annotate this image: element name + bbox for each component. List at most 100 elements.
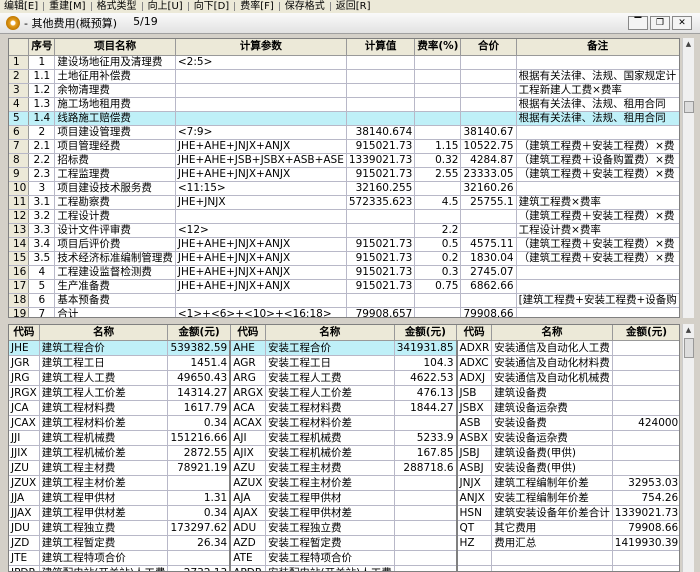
table-cell[interactable]: 基本预备费 <box>54 293 176 308</box>
table-cell[interactable]: 工程监理费 <box>54 167 176 182</box>
table-cell[interactable] <box>414 111 462 126</box>
table-cell[interactable]: 安装工程甲供材差 <box>265 505 395 521</box>
table-cell[interactable]: （建筑工程费＋安装工程费）×费 <box>516 167 679 182</box>
table-cell[interactable]: 15 <box>9 251 30 266</box>
table-cell[interactable]: 8 <box>9 153 30 168</box>
table-cell[interactable]: 工程设计费×费率 <box>516 223 679 238</box>
table-cell[interactable]: ACAX <box>230 415 267 431</box>
table-cell[interactable]: （建筑工程费＋安装工程费）×费 <box>516 209 679 224</box>
scroll-thumb[interactable] <box>684 101 694 113</box>
table-cell[interactable]: JHE+AHE+JNJX+ANJX <box>175 279 347 294</box>
table-cell[interactable] <box>414 55 462 70</box>
scroll-up-icon[interactable]: ▲ <box>683 324 694 336</box>
table-cell[interactable] <box>346 209 416 224</box>
table-cell[interactable]: 5 <box>28 279 56 294</box>
table-cell[interactable]: 施工场地租用费 <box>54 97 176 112</box>
column-header[interactable]: 项目名称 <box>54 39 176 56</box>
code-grid[interactable]: 代码 名称 金额(元) 代码 名称 金额(元) 代码 名称 金额(元) JHE 建筑工程合价 539… <box>8 324 680 572</box>
table-cell[interactable]: <1>+<6>+<10>+<16:18> <box>175 307 347 317</box>
table-cell[interactable] <box>346 293 416 308</box>
table-cell[interactable]: 25755.1 <box>460 195 517 210</box>
table-cell[interactable] <box>491 565 613 571</box>
table-cell[interactable]: 4284.87 <box>460 153 517 168</box>
table-cell[interactable] <box>679 55 680 69</box>
table-cell[interactable]: 288718.6 <box>394 460 458 476</box>
table-cell[interactable]: 78921.19 <box>167 460 232 476</box>
table-cell[interactable]: JHE+AHE+JNJX+ANJX <box>175 237 347 252</box>
column-header[interactable]: 金额(元) <box>167 325 231 341</box>
table-cell[interactable] <box>394 565 458 571</box>
table-cell[interactable]: 1339021.73 <box>612 505 679 521</box>
table-cell[interactable]: ANJX <box>456 490 493 506</box>
code-grid-scrollbar[interactable]: ▲ <box>682 324 694 572</box>
table-cell[interactable]: 915021.73 <box>346 139 416 154</box>
table-cell[interactable]: 安装工程人工价差 <box>265 385 395 401</box>
table-cell[interactable] <box>414 209 462 224</box>
table-row[interactable]: 15 3.5 技术经济标准编制管理费 JHE+AHE+JNJX+ANJX 915021.… <box>9 251 680 266</box>
table-cell[interactable]: 建设场地征用及清理费 <box>54 55 176 70</box>
table-cell[interactable] <box>516 55 679 70</box>
column-header[interactable] <box>9 39 30 56</box>
table-cell[interactable] <box>679 251 680 265</box>
table-cell[interactable]: 项目建设技术服务费 <box>54 181 176 196</box>
table-cell[interactable] <box>175 209 347 224</box>
table-row[interactable]: JRG 建筑工程人工费 49650.43 ARG 安装工程人工费 4622.53 ADXJ 安… <box>9 370 679 386</box>
table-cell[interactable]: JJA <box>9 490 40 506</box>
table-cell[interactable]: JRGX <box>9 385 40 401</box>
table-cell[interactable]: 2 <box>9 69 30 84</box>
table-cell[interactable]: 49650.43 <box>167 370 232 386</box>
table-row[interactable]: JZU 建筑工程主材费 78921.19 AZU 安装工程主材费 288718.6 ASBJ… <box>9 460 679 476</box>
table-cell[interactable]: 2.2 <box>414 223 462 238</box>
table-cell[interactable]: 项目后评价费 <box>54 237 176 252</box>
table-cell[interactable]: JHE+AHE+JNJX+ANJX <box>175 265 347 280</box>
table-cell[interactable] <box>414 69 462 84</box>
table-cell[interactable]: 1844.27 <box>394 400 458 416</box>
table-cell[interactable]: 其它费用 <box>491 520 613 536</box>
table-cell[interactable] <box>679 111 680 125</box>
table-cell[interactable]: 754.26 <box>612 490 679 506</box>
table-cell[interactable]: 合计 <box>54 307 176 317</box>
table-cell[interactable]: JTE <box>9 550 40 566</box>
table-cell[interactable]: 2745.07 <box>460 265 517 280</box>
table-cell[interactable]: 设计文件评审费 <box>54 223 176 238</box>
table-cell[interactable]: 安装设备费(甲供) <box>491 460 613 476</box>
table-cell[interactable]: 32160.26 <box>460 181 517 196</box>
table-cell[interactable] <box>679 307 680 318</box>
table-cell[interactable]: 4.5 <box>414 195 462 210</box>
table-cell[interactable]: 1 <box>9 55 30 70</box>
table-cell[interactable]: 项目建设管理费 <box>54 125 176 140</box>
table-cell[interactable] <box>612 445 679 461</box>
table-cell[interactable]: 安装工程主材价差 <box>265 475 395 491</box>
table-row[interactable]: JRGX 建筑工程人工价差 14314.27 ARGX 安装工程人工价差 476.13 JS… <box>9 385 679 401</box>
table-cell[interactable]: AJIX <box>230 445 267 461</box>
table-cell[interactable]: 注 <box>679 293 680 307</box>
table-cell[interactable] <box>516 181 679 196</box>
fee-grid-scrollbar[interactable]: ▲ <box>682 38 694 318</box>
table-cell[interactable]: 余物清理费 <box>54 83 176 98</box>
table-cell[interactable]: 安装工程暂定费 <box>265 535 395 551</box>
table-cell[interactable]: 建筑工程合价 <box>39 340 169 356</box>
table-cell[interactable]: 1.15 <box>414 139 462 154</box>
table-cell[interactable]: 19 <box>9 307 30 317</box>
menu-item[interactable]: 重建[M] <box>45 0 89 13</box>
table-cell[interactable]: 建筑工程费×费率 <box>516 195 679 210</box>
table-cell[interactable]: 建筑工程主材费 <box>39 460 169 476</box>
table-cell[interactable]: 915021.73 <box>346 251 416 266</box>
table-cell[interactable]: 2.1 <box>28 139 56 154</box>
table-cell[interactable]: 151216.66 <box>167 430 232 446</box>
table-cell[interactable]: 安装工程工日 <box>265 355 395 371</box>
menu-item[interactable]: 向下[D] <box>190 0 234 13</box>
table-cell[interactable]: JZUX <box>9 475 40 491</box>
menu-item[interactable]: 费率[F] <box>236 0 278 13</box>
table-cell[interactable]: 13 <box>9 223 30 238</box>
table-cell[interactable]: ATE <box>230 550 267 566</box>
table-cell[interactable]: 9 <box>9 167 30 182</box>
table-cell[interactable]: 招标费 <box>54 153 176 168</box>
table-cell[interactable]: 建筑设备费(甲供) <box>491 445 613 461</box>
table-cell[interactable]: JCA <box>9 400 40 416</box>
table-cell[interactable] <box>460 97 517 112</box>
table-cell[interactable]: 线路施工赔偿费 <box>54 111 176 126</box>
table-cell[interactable]: 32160.255 <box>346 181 416 196</box>
table-cell[interactable]: JRG <box>9 370 40 386</box>
table-cell[interactable]: 工程建设监督检测费 <box>54 265 176 280</box>
